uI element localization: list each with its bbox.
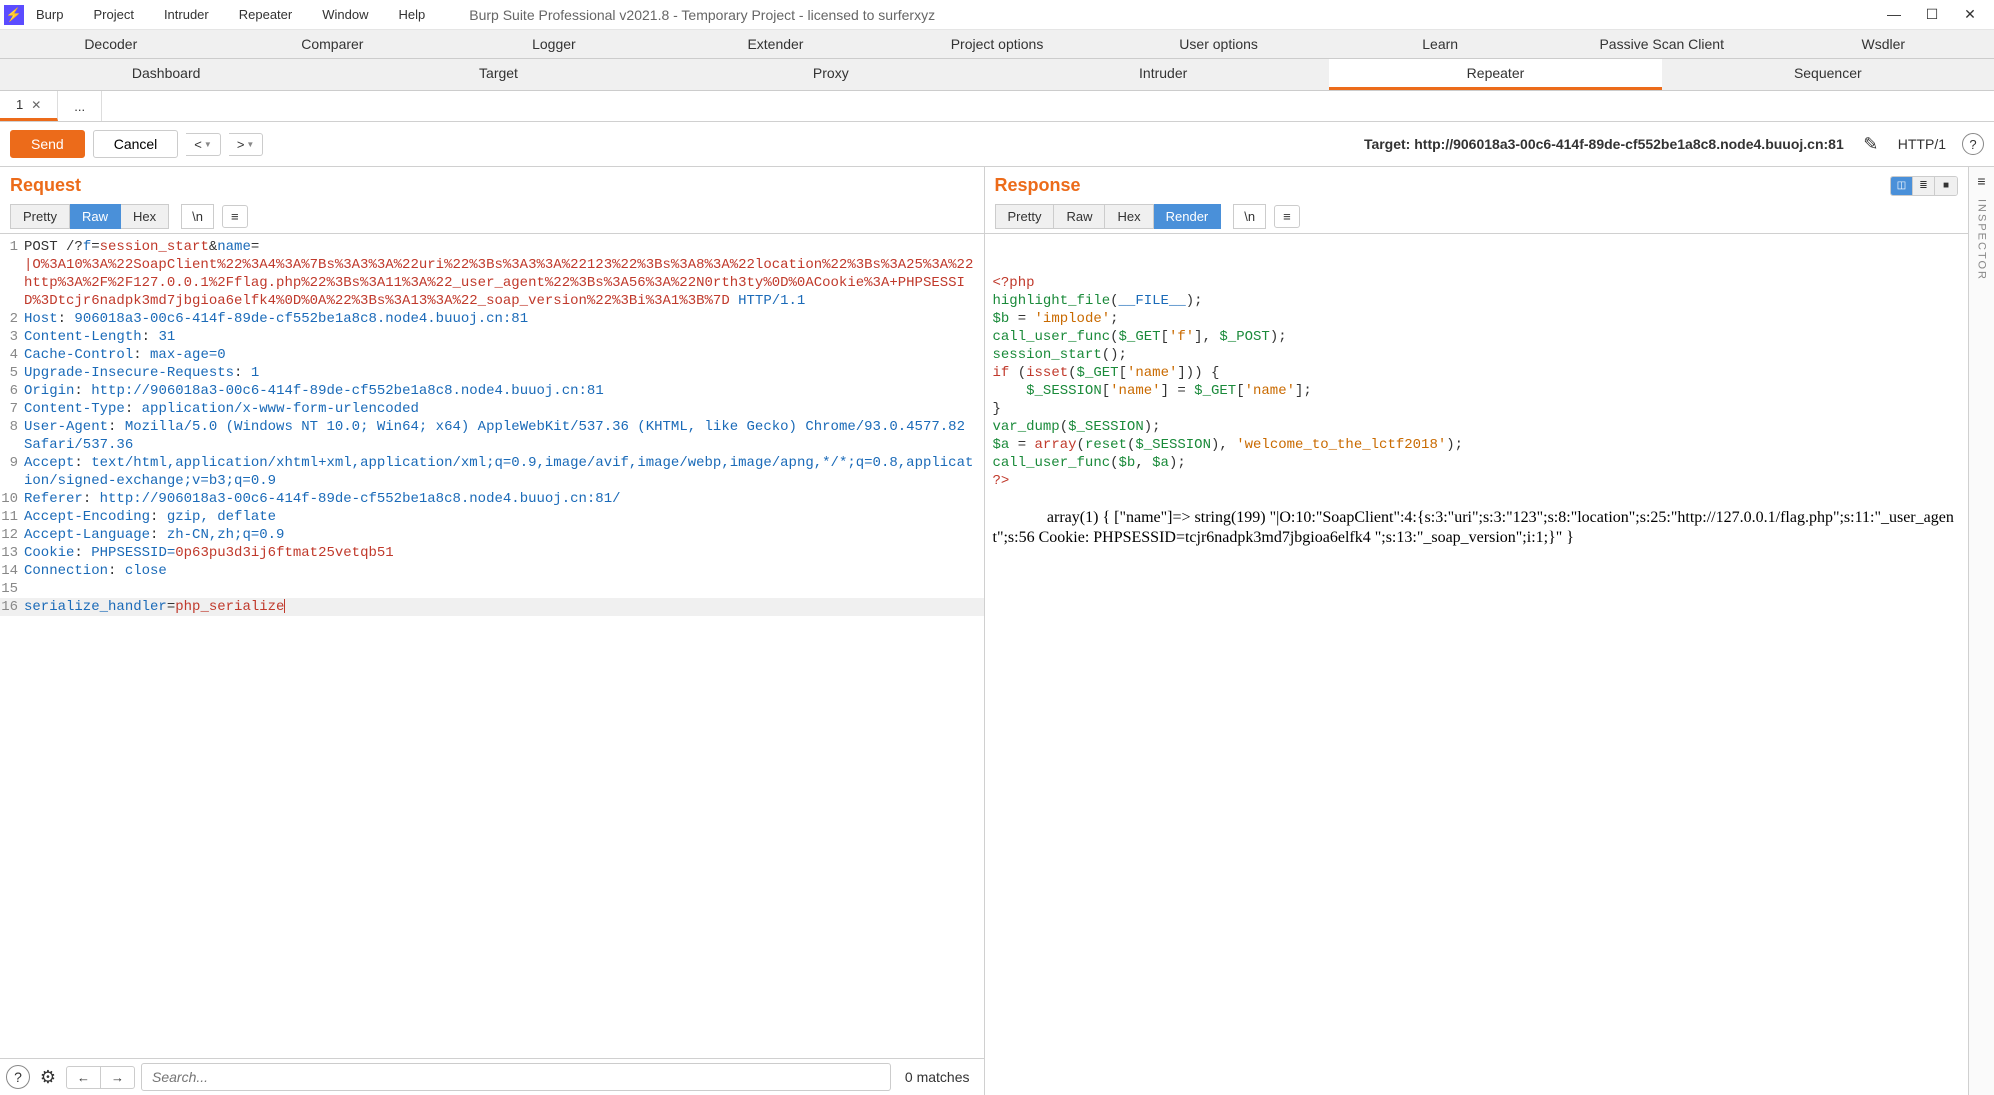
window-controls: — ☐ ✕ <box>1882 6 1990 23</box>
repeater-subtabs: 1 ✕ ... <box>0 91 1994 122</box>
tab-sequencer[interactable]: Sequencer <box>1662 59 1994 90</box>
help-icon[interactable]: ? <box>1962 133 1984 155</box>
menu-repeater[interactable]: Repeater <box>235 4 296 25</box>
app-icon: ⚡ <box>4 5 24 25</box>
request-format-tabs: Pretty Raw Hex \n ≡ <box>0 200 984 234</box>
tab-passive-scan-client[interactable]: Passive Scan Client <box>1551 30 1773 58</box>
request-menu-icon[interactable]: ≡ <box>222 205 248 228</box>
close-tab-icon[interactable]: ✕ <box>31 98 41 112</box>
search-nav-arrows: ← → <box>66 1066 135 1089</box>
history-back-group: <▼ <box>186 133 221 156</box>
action-bar: Send Cancel <▼ >▼ Target: http://906018a… <box>0 122 1994 167</box>
tab-logger[interactable]: Logger <box>443 30 665 58</box>
tab-user-options[interactable]: User options <box>1108 30 1330 58</box>
menu-project[interactable]: Project <box>89 4 137 25</box>
tab-extender[interactable]: Extender <box>665 30 887 58</box>
layout-split-icon[interactable]: ◫ <box>1891 177 1913 195</box>
tab-learn[interactable]: Learn <box>1329 30 1551 58</box>
repeater-subtab-new[interactable]: ... <box>58 91 102 121</box>
request-editor[interactable]: 1POST /?f=session_start&name=|O%3A10%3A%… <box>0 234 984 1058</box>
layout-toggle: ◫ ≣ ■ <box>1890 176 1958 196</box>
chevron-down-icon: ▼ <box>204 140 212 149</box>
response-output-text: array(1) { ["name"]=> string(199) "|O:10… <box>993 509 1954 546</box>
response-fmt-render[interactable]: Render <box>1154 204 1222 229</box>
menu-intruder[interactable]: Intruder <box>160 4 213 25</box>
history-forward-group: >▼ <box>229 133 264 156</box>
target-label: Target: http://906018a3-00c6-414f-89de-c… <box>271 136 1851 152</box>
response-title: Response <box>995 175 1081 196</box>
tab-target[interactable]: Target <box>332 59 664 90</box>
minimize-icon[interactable]: — <box>1882 6 1906 23</box>
history-back-button[interactable]: <▼ <box>186 133 221 156</box>
editor-panes: Request Pretty Raw Hex \n ≡ 1POST /?f=se… <box>0 167 1994 1095</box>
edit-target-icon[interactable]: ✎ <box>1860 133 1882 155</box>
maximize-icon[interactable]: ☐ <box>1920 6 1944 23</box>
request-fmt-hex[interactable]: Hex <box>121 204 169 229</box>
inspector-label: INSPECTOR <box>1976 199 1988 281</box>
request-newline-toggle[interactable]: \n <box>181 204 214 229</box>
response-newline-toggle[interactable]: \n <box>1233 204 1266 229</box>
tab-wsdler[interactable]: Wsdler <box>1773 30 1994 58</box>
response-fmt-pretty[interactable]: Pretty <box>995 204 1055 229</box>
tool-tabs-row2: Dashboard Target Proxy Intruder Repeater… <box>0 59 1994 91</box>
tab-intruder[interactable]: Intruder <box>997 59 1329 90</box>
search-next-icon[interactable]: → <box>101 1067 134 1088</box>
response-code-block: <?phphighlight_file(__FILE__);$b = 'impl… <box>993 274 1961 490</box>
layout-stack-icon[interactable]: ≣ <box>1913 177 1935 195</box>
chevron-down-icon: ▼ <box>246 140 254 149</box>
response-menu-icon[interactable]: ≡ <box>1274 205 1300 228</box>
response-pane-header: Response ◫ ≣ ■ <box>985 167 1969 200</box>
tab-decoder[interactable]: Decoder <box>0 30 222 58</box>
tab-proxy[interactable]: Proxy <box>665 59 997 90</box>
request-pane-header: Request <box>0 167 984 200</box>
send-button[interactable]: Send <box>10 130 85 158</box>
menu-bar: Burp Project Intruder Repeater Window He… <box>32 4 429 25</box>
http-version-label[interactable]: HTTP/1 <box>1890 136 1954 152</box>
search-prev-icon[interactable]: ← <box>67 1067 101 1088</box>
menu-burp[interactable]: Burp <box>32 4 67 25</box>
help-small-icon[interactable]: ? <box>6 1065 30 1089</box>
cancel-button[interactable]: Cancel <box>93 130 179 158</box>
titlebar: ⚡ Burp Project Intruder Repeater Window … <box>0 0 1994 30</box>
response-fmt-raw[interactable]: Raw <box>1054 204 1105 229</box>
subtab-ellipsis: ... <box>74 99 85 114</box>
request-fmt-pretty[interactable]: Pretty <box>10 204 70 229</box>
response-fmt-hex[interactable]: Hex <box>1105 204 1153 229</box>
request-fmt-raw[interactable]: Raw <box>70 204 121 229</box>
tab-project-options[interactable]: Project options <box>886 30 1108 58</box>
request-pane: Request Pretty Raw Hex \n ≡ 1POST /?f=se… <box>0 167 985 1095</box>
search-matches: 0 matches <box>897 1069 978 1085</box>
request-search-bar: ? ⚙ ← → 0 matches <box>0 1058 984 1095</box>
window-title: Burp Suite Professional v2021.8 - Tempor… <box>429 7 1882 23</box>
gear-icon[interactable]: ⚙ <box>36 1065 60 1089</box>
menu-window[interactable]: Window <box>318 4 372 25</box>
tab-repeater[interactable]: Repeater <box>1329 59 1661 90</box>
repeater-subtab-1[interactable]: 1 ✕ <box>0 91 58 121</box>
tool-tabs-row1: Decoder Comparer Logger Extender Project… <box>0 30 1994 59</box>
menu-help[interactable]: Help <box>394 4 429 25</box>
response-format-tabs: Pretty Raw Hex Render \n ≡ <box>985 200 1969 234</box>
inspector-rail[interactable]: ≡ INSPECTOR <box>1968 167 1994 1095</box>
close-icon[interactable]: ✕ <box>1958 6 1982 23</box>
history-forward-button[interactable]: >▼ <box>229 133 264 156</box>
request-title: Request <box>10 175 81 196</box>
layout-single-icon[interactable]: ■ <box>1935 177 1957 195</box>
search-input[interactable] <box>141 1063 891 1091</box>
response-pane: Response ◫ ≣ ■ Pretty Raw Hex Render \n … <box>985 167 1969 1095</box>
tab-dashboard[interactable]: Dashboard <box>0 59 332 90</box>
tab-comparer[interactable]: Comparer <box>222 30 444 58</box>
inspector-burger-icon[interactable]: ≡ <box>1977 173 1985 189</box>
subtab-label: 1 <box>16 97 23 112</box>
response-body[interactable]: <?phphighlight_file(__FILE__);$b = 'impl… <box>985 234 1969 1095</box>
